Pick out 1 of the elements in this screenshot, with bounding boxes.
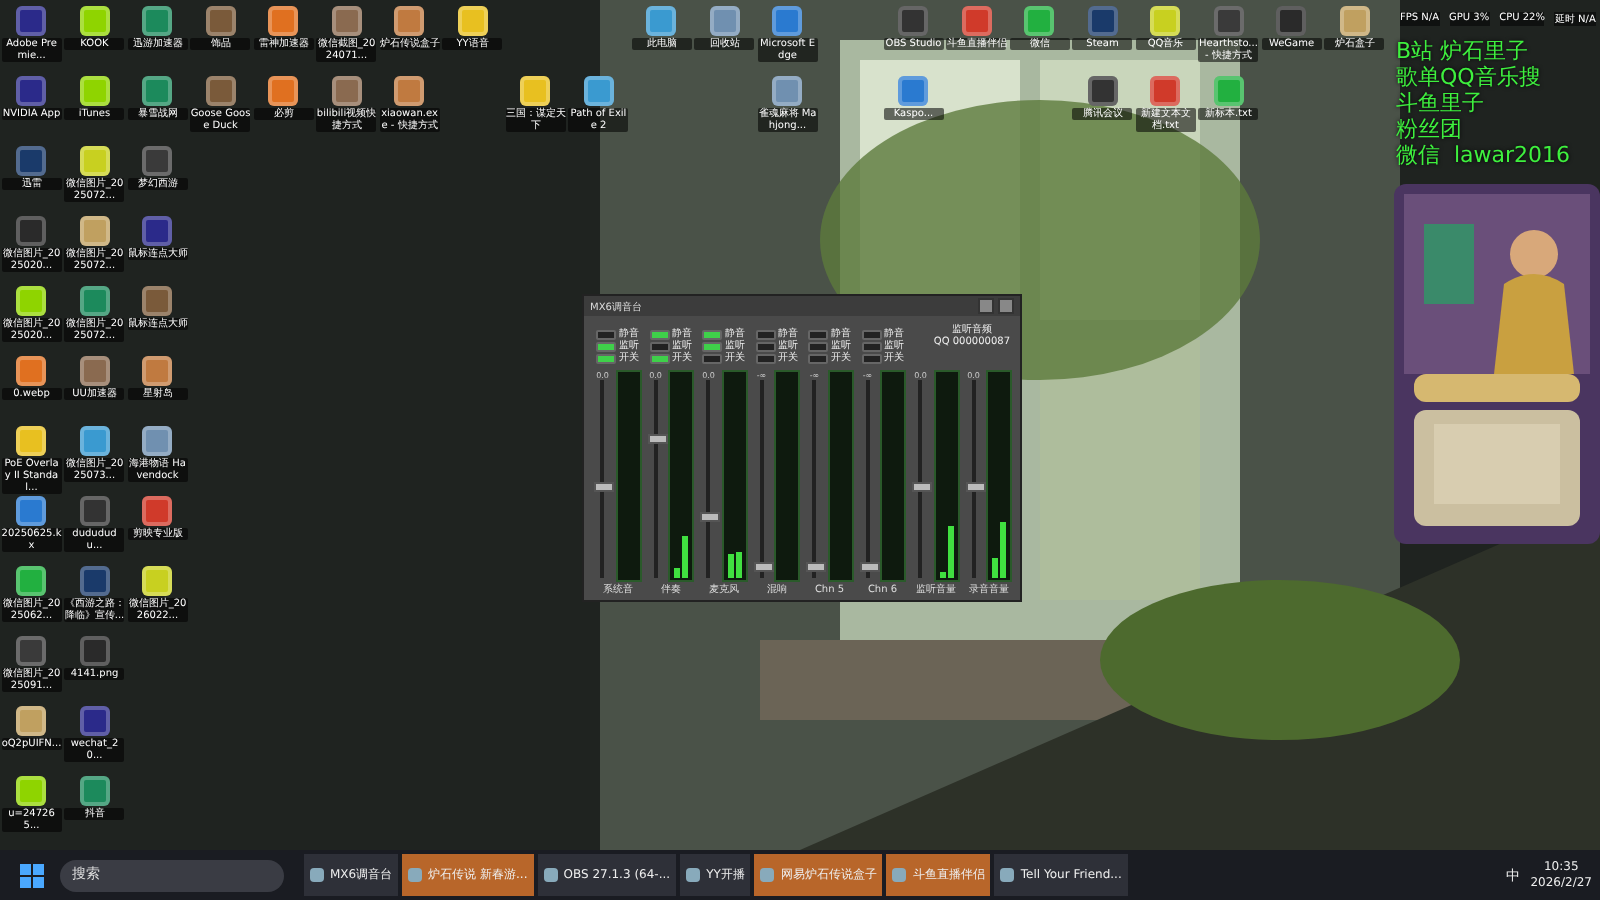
start-icon[interactable] (20, 863, 44, 887)
